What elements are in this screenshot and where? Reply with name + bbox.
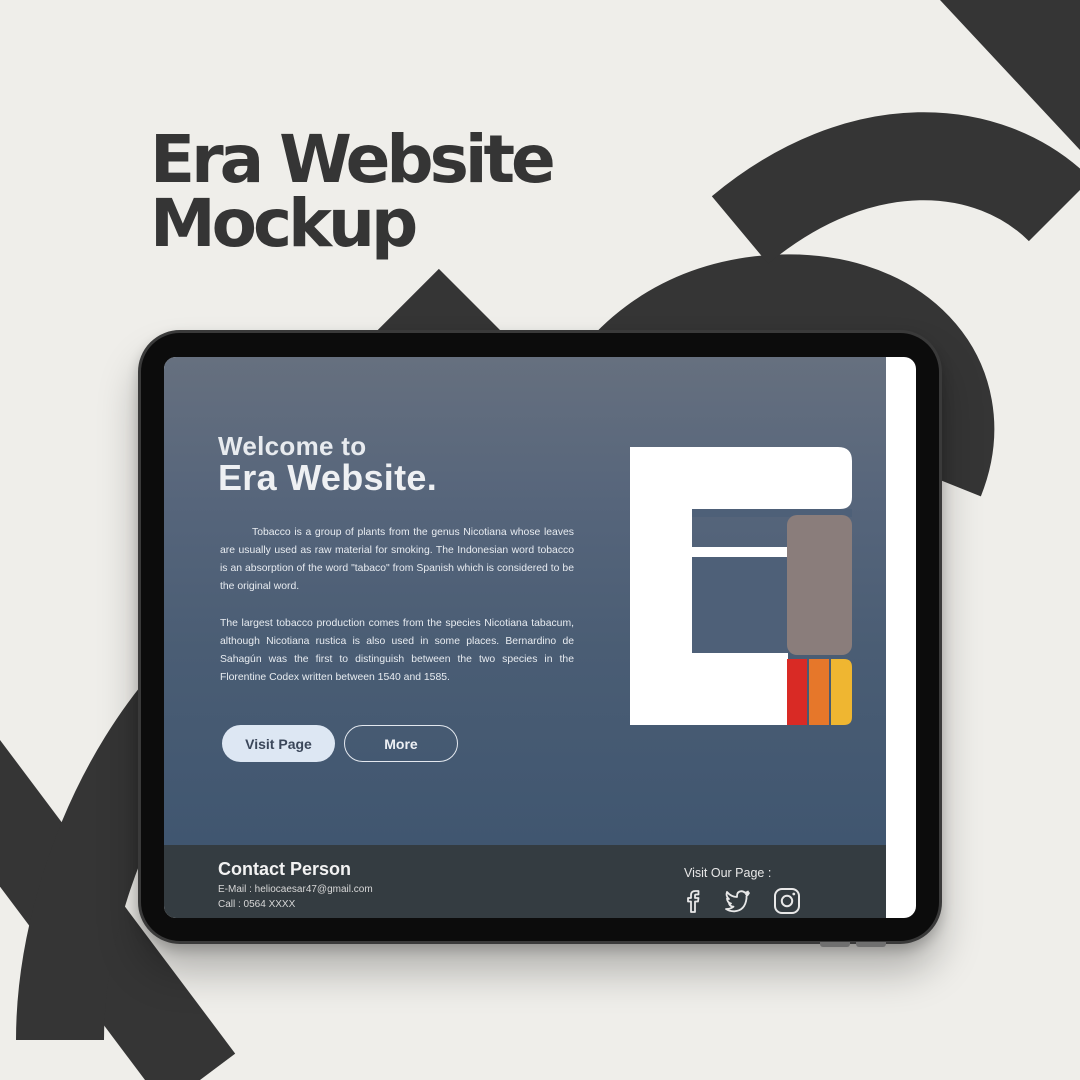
welcome-heading-large: Era Website. bbox=[218, 457, 438, 498]
twitter-icon[interactable] bbox=[722, 885, 752, 915]
hero-section: Welcome to Era Website. Tobacco is a gro… bbox=[164, 357, 886, 845]
era-logo bbox=[630, 447, 852, 725]
page-headline: Era Website Mockup bbox=[150, 121, 556, 262]
intro-paragraph-2: The largest tobacco production comes fro… bbox=[220, 618, 574, 683]
contact-phone: Call : 0564 XXXX bbox=[218, 899, 296, 910]
intro-paragraph-1: Tobacco is a group of plants from the ge… bbox=[220, 527, 574, 592]
contact-title: Contact Person bbox=[218, 859, 352, 879]
visit-our-page-label: Visit Our Page : bbox=[684, 866, 772, 880]
headline-line-1: Era Website bbox=[150, 121, 556, 198]
facebook-icon[interactable] bbox=[678, 885, 708, 915]
visit-page-button[interactable]: Visit Page bbox=[222, 725, 335, 762]
footer: Contact Person E-Mail : heliocaesar47@gm… bbox=[164, 845, 886, 918]
contact-email: E-Mail : heliocaesar47@gmail.com bbox=[218, 884, 373, 895]
more-button[interactable]: More bbox=[344, 725, 458, 762]
instagram-icon[interactable] bbox=[772, 885, 802, 915]
tablet-button bbox=[820, 942, 850, 947]
tablet-button bbox=[856, 942, 886, 947]
headline-line-2: Mockup bbox=[150, 185, 418, 262]
tablet-screen: Welcome to Era Website. Tobacco is a gro… bbox=[164, 357, 916, 918]
